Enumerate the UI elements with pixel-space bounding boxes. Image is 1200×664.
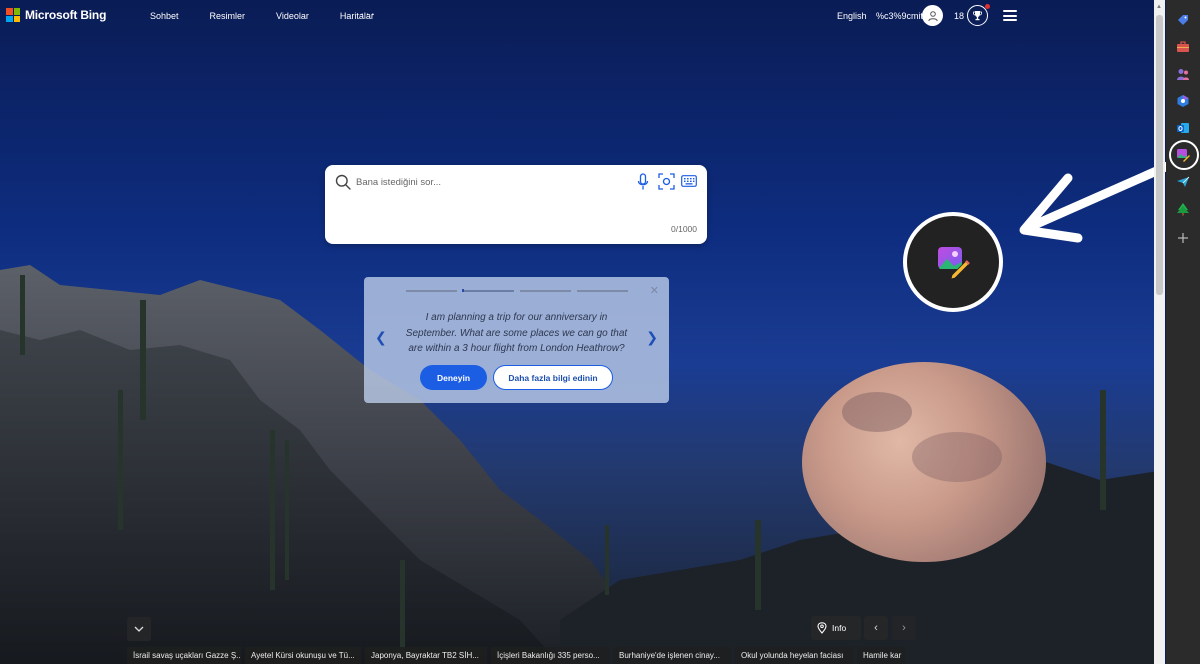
- sidebar-highlight-ring: [1169, 140, 1199, 170]
- avatar[interactable]: [922, 5, 943, 26]
- language-link[interactable]: English: [837, 11, 867, 21]
- news-ticker: İsrail savaş uçakları Gazze Ş... Ayetel …: [127, 647, 920, 664]
- carousel-dot[interactable]: [406, 290, 457, 292]
- next-image-button[interactable]: ›: [892, 616, 916, 640]
- rewards-points[interactable]: 18: [954, 11, 964, 21]
- top-bar: Microsoft Bing Sohbet Resimler Videolar …: [0, 0, 1165, 32]
- news-item[interactable]: Japonya, Bayraktar TB2 SİH...: [365, 647, 487, 664]
- more-nav-button[interactable]: ···: [360, 6, 376, 21]
- copilot-icon[interactable]: [1174, 92, 1192, 110]
- nav-item-images[interactable]: Resimler: [210, 11, 246, 21]
- character-counter: 0/1000: [671, 224, 697, 234]
- people-icon[interactable]: [1174, 65, 1192, 83]
- carousel-dot[interactable]: [520, 290, 571, 292]
- close-icon[interactable]: ✕: [650, 284, 659, 297]
- bing-logo[interactable]: Microsoft Bing: [6, 8, 106, 22]
- news-item[interactable]: Burhaniye'de işlenen cinay...: [613, 647, 731, 664]
- search-input[interactable]: [356, 173, 606, 191]
- notification-dot: [985, 4, 990, 9]
- brand-name: Microsoft Bing: [25, 8, 107, 22]
- chevron-left-icon: ‹: [874, 622, 878, 634]
- learn-more-button[interactable]: Daha fazla bilgi edinin: [493, 365, 613, 390]
- chevron-right-icon[interactable]: ❯: [646, 329, 658, 346]
- visual-search-icon[interactable]: [658, 173, 675, 190]
- location-pin-icon: [817, 622, 827, 634]
- hamburger-menu-icon[interactable]: [1003, 10, 1017, 21]
- outlook-icon[interactable]: [1174, 119, 1192, 137]
- carousel-dot[interactable]: [577, 290, 628, 292]
- try-button[interactable]: Deneyin: [420, 365, 487, 390]
- send-icon[interactable]: [1174, 173, 1192, 191]
- search-box: 0/1000: [325, 165, 707, 244]
- add-icon[interactable]: [1174, 229, 1192, 247]
- info-button[interactable]: Info: [811, 616, 861, 640]
- carousel-indicators: [406, 289, 628, 292]
- info-label: Info: [832, 623, 847, 633]
- carousel-dot-active[interactable]: [463, 290, 514, 292]
- keyboard-icon[interactable]: [681, 175, 697, 187]
- toolbox-icon[interactable]: [1174, 38, 1192, 56]
- edge-sidebar: [1166, 0, 1200, 664]
- nav-item-chat[interactable]: Sohbet: [150, 11, 179, 21]
- news-item[interactable]: Hamile kar: [857, 647, 905, 664]
- image-creator-zoom-highlight: [903, 212, 1003, 312]
- news-item[interactable]: Okul yolunda heyelan faciası: [735, 647, 853, 664]
- suggestion-text: I am planning a trip for our anniversary…: [405, 312, 628, 354]
- microphone-icon[interactable]: [637, 173, 649, 191]
- scroll-up-icon[interactable]: ▲: [1156, 4, 1162, 10]
- nav-item-videos[interactable]: Videolar: [276, 11, 309, 21]
- trophy-icon: [973, 11, 982, 21]
- microsoft-logo-icon: [6, 8, 20, 22]
- news-item[interactable]: İçişleri Bakanlığı 335 perso...: [491, 647, 609, 664]
- carousel-active-marker: [462, 289, 464, 292]
- chevron-left-icon[interactable]: ❮: [375, 329, 387, 346]
- person-icon: [927, 10, 938, 21]
- username[interactable]: %c3%9cmit: [876, 11, 923, 21]
- search-icon: [335, 174, 351, 190]
- expand-feed-button[interactable]: [127, 617, 151, 641]
- news-item[interactable]: Ayetel Kürsi okunuşu ve Tü...: [245, 647, 361, 664]
- previous-image-button[interactable]: ‹: [864, 616, 888, 640]
- tag-icon[interactable]: [1174, 11, 1192, 29]
- chevron-right-icon: ›: [902, 622, 906, 634]
- suggestion-card: ✕ ❮ I am planning a trip for our anniver…: [364, 277, 669, 403]
- chevron-down-icon: [134, 626, 144, 632]
- moon: [802, 362, 1046, 562]
- main-nav: Sohbet Resimler Videolar Haritalar: [150, 11, 374, 21]
- tree-icon[interactable]: [1174, 200, 1192, 218]
- scrollbar-thumb[interactable]: [1156, 15, 1163, 295]
- news-item[interactable]: İsrail savaş uçakları Gazze Ş...: [127, 647, 241, 664]
- image-creator-icon: [938, 247, 971, 280]
